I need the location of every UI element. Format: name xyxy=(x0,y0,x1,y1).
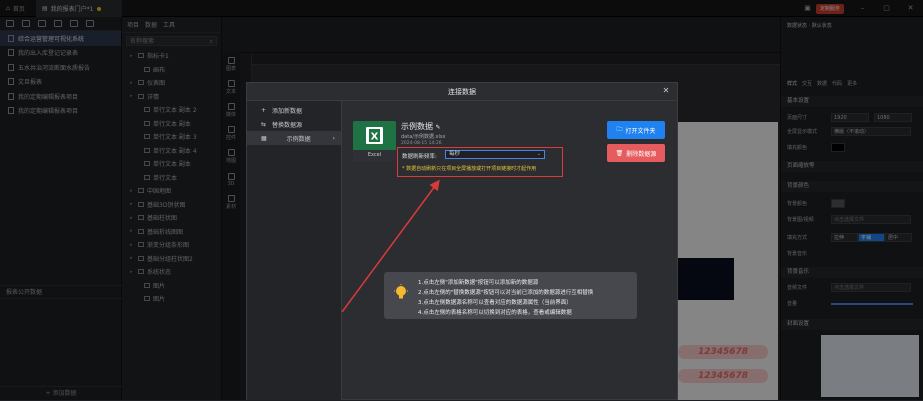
chevron-right-icon: › xyxy=(332,134,335,142)
add-new-data-label: 添加新数据 xyxy=(272,107,303,115)
open-folder-label: 打开文件夹 xyxy=(625,127,656,135)
close-icon[interactable]: ✕ xyxy=(661,86,671,96)
tip-4: 4.点击左侧的表格名称可以切换到对应的表格，查看或编辑数据 xyxy=(418,310,572,316)
table-icon: ▦ xyxy=(261,134,267,142)
svg-text:X: X xyxy=(371,132,379,143)
file-title-text: 示例数据 xyxy=(401,122,433,131)
refresh-label: 数据刷新频率: xyxy=(402,154,437,160)
tip-3: 3.点击左侧数据源名称可以查看对应的数据源属性（当前界面） xyxy=(418,300,572,306)
dialog-title: 连接数据 xyxy=(247,83,677,101)
connect-data-dialog: 连接数据 ✕ + 添加新数据 ⇆ 替换数据源 ▦ 示例数据 › X Excel … xyxy=(246,82,678,400)
chevron-down-icon: ⌄ xyxy=(536,151,541,157)
tips-box: 1.点击左侧"添加新数据"按钮可以添加新的数据源 2.点击左侧的"替换数据源"按… xyxy=(384,272,637,319)
swap-icon: ⇆ xyxy=(261,120,267,128)
folder-icon: 🗀 xyxy=(616,126,623,133)
sample-data-item[interactable]: ▦ 示例数据 › xyxy=(247,131,341,145)
add-new-data-item[interactable]: + 添加新数据 xyxy=(247,103,341,117)
refresh-warning: * 数据自动刷新只在项目全屏播放或打开项目链接时才起作用 xyxy=(402,166,537,172)
refresh-value: 每秒 xyxy=(449,151,461,157)
tip-2: 2.点击左侧的"替换数据源"按钮可以对当前已添加的数据源进行互相替换 xyxy=(418,290,594,296)
file-path: data/示例数据.xlsx xyxy=(401,134,446,140)
lightbulb-icon xyxy=(394,284,408,299)
excel-label: Excel xyxy=(353,150,396,161)
replace-source-label: 替换数据源 xyxy=(272,121,303,129)
tip-1: 1.点击左侧"添加新数据"按钮可以添加新的数据源 xyxy=(418,280,539,286)
delete-source-label: 删除数据源 xyxy=(626,150,657,158)
replace-source-item[interactable]: ⇆ 替换数据源 xyxy=(247,117,341,131)
sample-data-label: 示例数据 xyxy=(286,135,311,143)
dialog-sidebar: + 添加新数据 ⇆ 替换数据源 ▦ 示例数据 › xyxy=(247,101,342,400)
trash-icon: 🗑 xyxy=(615,149,624,157)
edit-icon[interactable]: ✎ xyxy=(436,124,441,131)
file-date: 2024-08-15 14:26 xyxy=(401,141,442,146)
delete-source-button[interactable]: 🗑 删除数据源 xyxy=(607,144,665,162)
file-title: 示例数据 ✎ xyxy=(401,121,441,132)
plus-icon: + xyxy=(261,106,267,114)
open-folder-button[interactable]: 🗀 打开文件夹 xyxy=(607,121,665,139)
refresh-select[interactable]: 每秒 ⌄ xyxy=(445,150,545,159)
